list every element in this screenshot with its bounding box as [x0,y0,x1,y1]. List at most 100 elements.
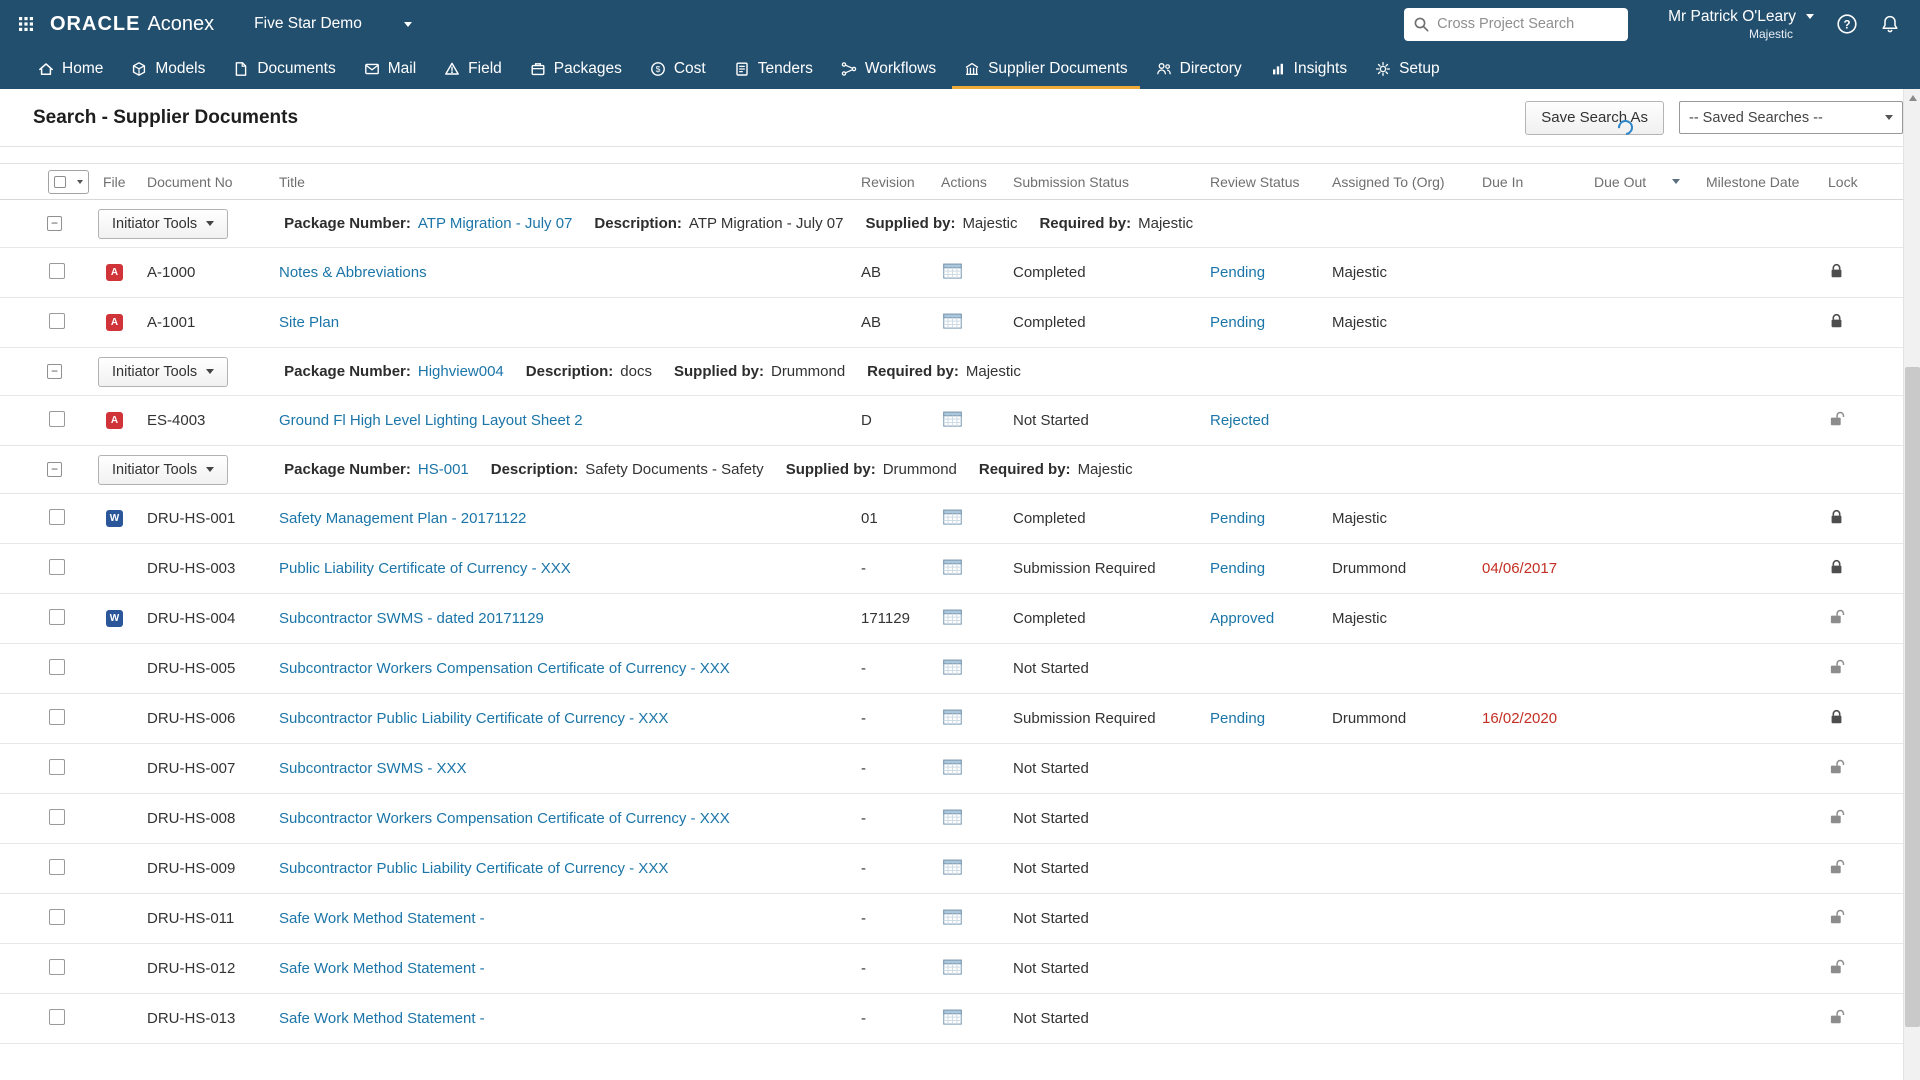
lock-cell [1824,909,1903,929]
select-all-checkbox[interactable] [54,175,66,188]
row-checkbox[interactable] [49,808,65,825]
document-title-link[interactable]: Safe Work Method Statement - [279,910,485,927]
revision-cell: AB [861,264,882,281]
calendar-icon[interactable] [943,558,962,579]
calendar-icon[interactable] [943,508,962,529]
nav-item-cost[interactable]: $ Cost [636,48,720,89]
package-number-value[interactable]: ATP Migration - July 07 [418,215,573,232]
word-file-icon[interactable]: W [106,610,123,627]
calendar-icon[interactable] [943,410,962,431]
row-checkbox[interactable] [49,410,65,427]
document-title-link[interactable]: Site Plan [279,314,339,331]
calendar-icon[interactable] [943,758,962,779]
nav-item-workflows[interactable]: Workflows [827,48,950,89]
supplier-documents-icon [964,61,980,77]
collapse-group-icon[interactable]: − [47,216,62,231]
required-by-value: Majestic [965,363,1021,380]
nav-item-home[interactable]: Home [24,48,117,89]
document-title-link[interactable]: Notes & Abbreviations [279,264,427,281]
nav-item-models[interactable]: Models [117,48,219,89]
package-number-value[interactable]: HS-001 [418,461,469,478]
calendar-icon[interactable] [943,262,962,283]
nav-item-insights[interactable]: Insights [1256,48,1361,89]
search-input[interactable] [1437,16,1625,32]
collapse-group-icon[interactable]: − [47,462,62,477]
review-status-link[interactable]: Pending [1210,510,1265,527]
row-checkbox[interactable] [49,1008,65,1025]
document-title-link[interactable]: Subcontractor SWMS - dated 20171129 [279,610,544,627]
user-menu[interactable]: Mr Patrick O'Leary Majestic [1668,8,1814,41]
review-status-link[interactable]: Approved [1210,610,1274,627]
scroll-up-button[interactable] [1904,89,1920,106]
document-title-link[interactable]: Safe Work Method Statement - [279,960,485,977]
calendar-icon[interactable] [943,608,962,629]
document-no-cell: ES-4003 [147,412,206,429]
nav-item-field[interactable]: Field [430,48,516,89]
row-checkbox[interactable] [49,758,65,775]
calendar-icon[interactable] [943,908,962,929]
initiator-tools-button[interactable]: Initiator Tools [98,454,229,485]
row-checkbox[interactable] [49,858,65,875]
actions-cell [937,958,1009,979]
help-icon[interactable]: ? [1836,13,1858,35]
actions-cell [937,262,1009,283]
document-title-link[interactable]: Public Liability Certificate of Currency… [279,560,571,577]
document-title-link[interactable]: Subcontractor Public Liability Certifica… [279,860,668,877]
calendar-icon[interactable] [943,858,962,879]
pdf-file-icon[interactable]: A [106,264,123,281]
actions-cell [937,608,1009,629]
pdf-file-icon[interactable]: A [106,412,123,429]
calendar-icon[interactable] [943,658,962,679]
pdf-file-icon[interactable]: A [106,314,123,331]
calendar-icon[interactable] [943,708,962,729]
calendar-icon[interactable] [943,958,962,979]
collapse-group-icon[interactable]: − [47,364,62,379]
project-selector[interactable]: Five Star Demo [254,15,412,33]
row-checkbox[interactable] [49,708,65,725]
document-title-link[interactable]: Subcontractor Public Liability Certifica… [279,710,668,727]
initiator-tools-button[interactable]: Initiator Tools [98,208,229,239]
scrollbar-thumb[interactable] [1905,367,1920,1027]
supplied-by-value: Drummond [882,461,957,478]
calendar-icon[interactable] [943,312,962,333]
nav-item-tenders[interactable]: Tenders [720,48,827,89]
document-title-link[interactable]: Ground Fl High Level Lighting Layout She… [279,412,583,429]
row-checkbox[interactable] [49,608,65,625]
document-title-link[interactable]: Safe Work Method Statement - [279,1010,485,1027]
review-status-link[interactable]: Pending [1210,264,1265,281]
word-file-icon[interactable]: W [106,510,123,527]
select-all-dropdown[interactable] [48,169,89,194]
review-status-link[interactable]: Pending [1210,710,1265,727]
nav-item-supplier-documents[interactable]: Supplier Documents [950,48,1142,89]
document-title-link[interactable]: Subcontractor SWMS - XXX [279,760,467,777]
vertical-scrollbar[interactable] [1903,89,1920,1080]
document-title-link[interactable]: Subcontractor Workers Compensation Certi… [279,660,730,677]
row-checkbox[interactable] [49,958,65,975]
saved-searches-select[interactable]: -- Saved Searches -- [1679,101,1903,134]
row-checkbox[interactable] [49,508,65,525]
package-number-value[interactable]: Highview004 [418,363,504,380]
nav-item-directory[interactable]: Directory [1142,48,1256,89]
lock-closed-icon [1830,263,1843,283]
row-checkbox[interactable] [49,312,65,329]
nav-item-packages[interactable]: Packages [516,48,636,89]
document-title-link[interactable]: Safety Management Plan - 20171122 [279,510,526,527]
row-checkbox[interactable] [49,558,65,575]
document-title-link[interactable]: Subcontractor Workers Compensation Certi… [279,810,730,827]
calendar-icon[interactable] [943,1008,962,1029]
due-out-filter-caret-icon[interactable] [1672,179,1681,184]
row-checkbox[interactable] [49,908,65,925]
app-grid-icon[interactable] [18,16,34,32]
nav-item-mail[interactable]: Mail [350,48,430,89]
review-status-link[interactable]: Rejected [1210,412,1269,429]
notifications-bell-icon[interactable] [1880,14,1900,35]
nav-item-setup[interactable]: Setup [1361,48,1454,89]
initiator-tools-button[interactable]: Initiator Tools [98,356,229,387]
review-status-link[interactable]: Pending [1210,560,1265,577]
nav-item-documents[interactable]: Documents [219,48,349,89]
calendar-icon[interactable] [943,808,962,829]
row-checkbox[interactable] [49,262,65,279]
row-checkbox[interactable] [49,658,65,675]
review-status-link[interactable]: Pending [1210,314,1265,331]
save-search-as-button[interactable]: Save Search As [1525,100,1664,135]
